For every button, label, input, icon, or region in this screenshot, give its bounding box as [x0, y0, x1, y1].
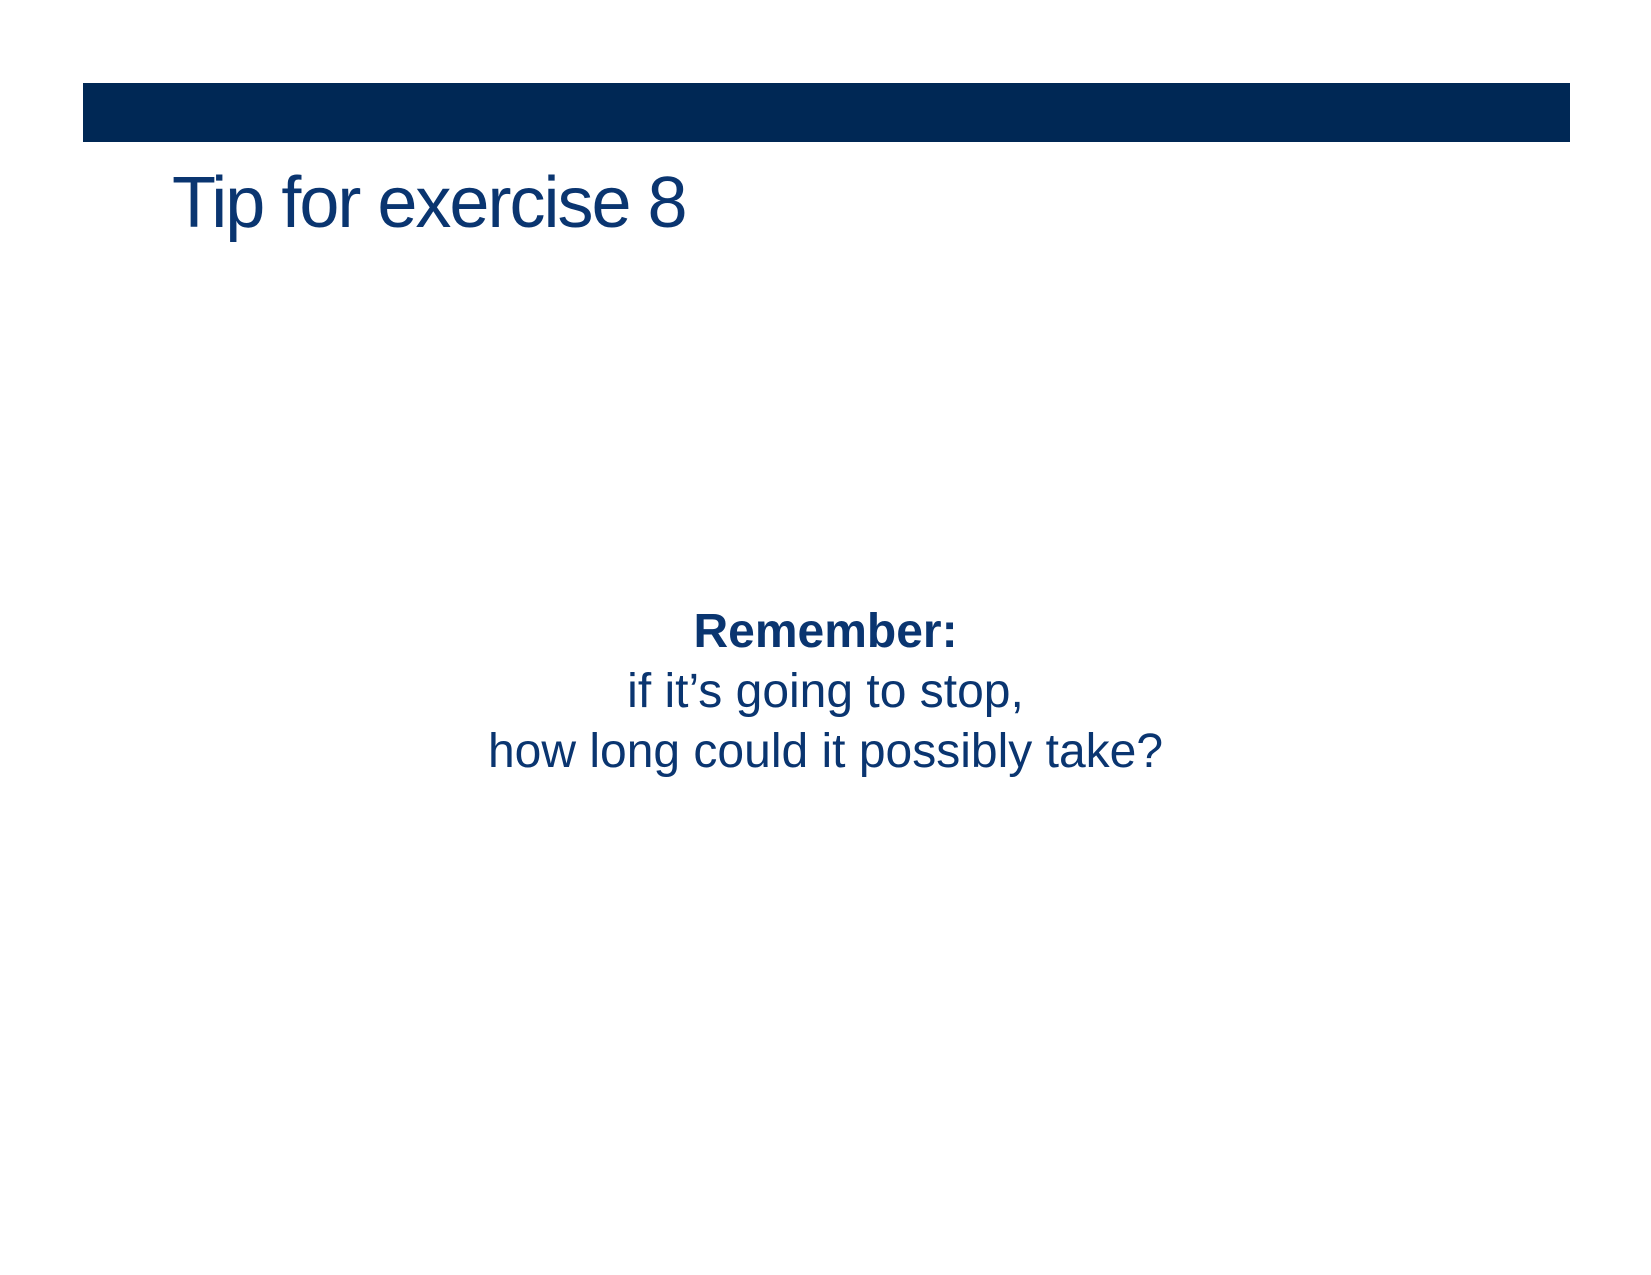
tip-line-2: how long could it possibly take? — [487, 725, 1164, 778]
slide-title: Tip for exercise 8 — [172, 163, 688, 243]
slide: Tip for exercise 8 Remember: if it’s goi… — [0, 0, 1651, 1275]
tip-line-1: if it’s going to stop, — [627, 665, 1024, 718]
tip-text-block: Remember: if it’s going to stop, how lon… — [0, 602, 1651, 782]
remember-label: Remember: — [693, 605, 958, 658]
header-bar — [83, 83, 1570, 142]
